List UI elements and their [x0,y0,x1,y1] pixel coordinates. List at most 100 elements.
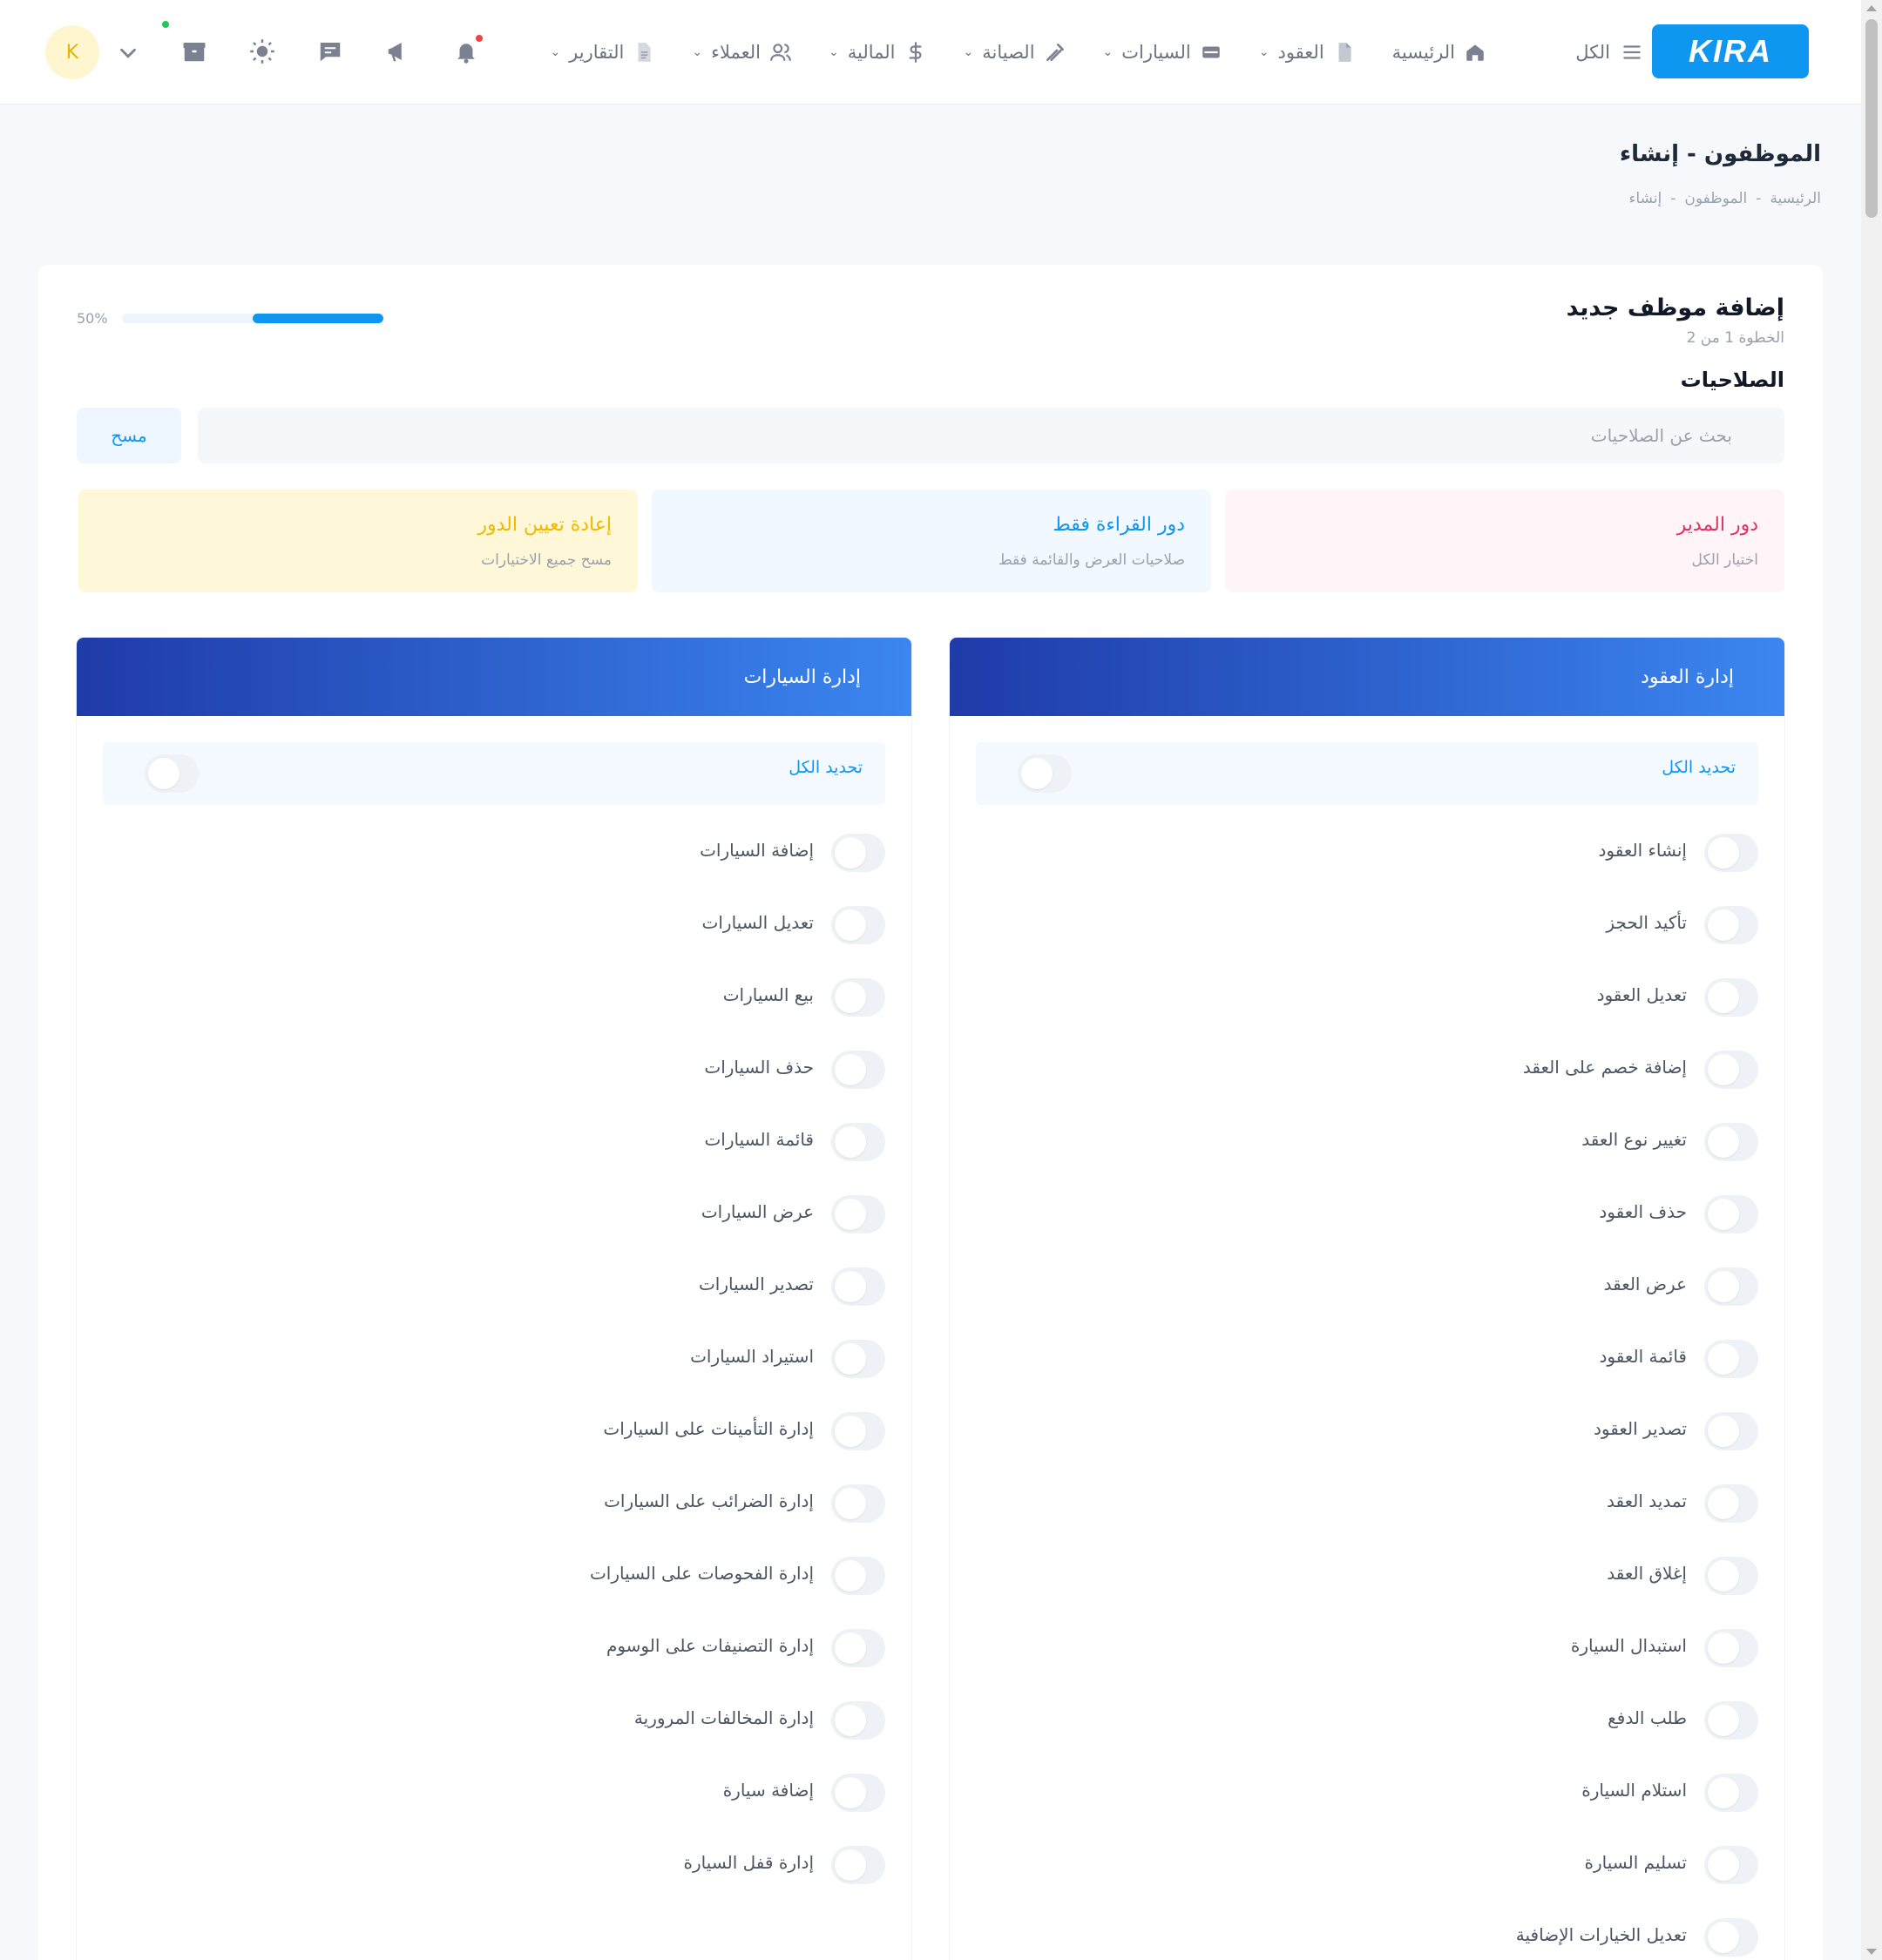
contracts-select-all: تحديد الكل [976,742,1758,805]
contracts-permission-toggle[interactable] [1704,1774,1758,1812]
role-reset-card[interactable]: إعادة تعيين الدور مسح جميع الاختيارات [78,490,638,592]
breadcrumb: الرئيسية - الموظفون - إنشاء [1628,190,1821,207]
cars-permission-toggle[interactable] [831,1774,885,1812]
progress-label: 50% [77,310,108,327]
cars-permission-toggle[interactable] [831,1846,885,1884]
cars-permission-label: إدارة التأمينات على السيارات [603,1418,814,1439]
contracts-permission-toggle[interactable] [1704,1629,1758,1667]
user-menu-chevron-icon[interactable] [113,38,143,68]
contracts-permission-toggle[interactable] [1704,1340,1758,1378]
nav-reports[interactable]: التقارير ⌄ [550,41,655,64]
breadcrumb-separator: - [1670,190,1676,207]
box-icon[interactable] [179,37,209,66]
cars-permission-toggle[interactable] [831,834,885,872]
contracts-permission-toggle[interactable] [1704,1701,1758,1740]
cars-permission-row: إدارة المخالفات المرورية [101,1699,885,1742]
cars-permission-toggle[interactable] [831,1267,885,1306]
contracts-permission-label: حذف العقود [1599,1201,1687,1222]
sun-icon[interactable] [247,37,277,66]
cars-permission-row: إضافة السيارات [101,831,885,875]
contracts-permission-toggle[interactable] [1704,1918,1758,1957]
cars-permission-toggle[interactable] [831,1701,885,1740]
contracts-permission-toggle[interactable] [1704,1123,1758,1161]
scroll-up-arrow-icon[interactable] [1866,5,1877,11]
contracts-permission-label: تعديل العقود [1596,984,1687,1005]
progress-fill [252,314,383,323]
cars-permission-toggle[interactable] [831,1412,885,1450]
nav-contracts[interactable]: العقود ⌄ [1259,41,1356,64]
permissions-search-input[interactable] [198,408,1784,463]
contracts-permission-toggle[interactable] [1704,978,1758,1017]
contracts-permission-toggle[interactable] [1704,1484,1758,1523]
clear-button[interactable]: مسح [77,408,181,463]
cars-permissions-panel: إدارة السيارات تحديد الكل إضافة السيارات… [77,638,911,1960]
cars-permission-toggle[interactable] [831,1340,885,1378]
cars-permission-row: حذف السيارات [101,1048,885,1092]
contracts-permission-toggle[interactable] [1704,1267,1758,1306]
cars-permission-toggle[interactable] [831,1557,885,1595]
contracts-panel-header: إدارة العقود [950,638,1784,716]
contracts-permission-row: تمديد العقد [974,1482,1758,1525]
avatar[interactable]: K [45,25,99,79]
chevron-down-icon: ⌄ [829,45,839,59]
contracts-permission-label: قائمة العقود [1599,1346,1687,1367]
role-admin-card[interactable]: دور المدير اختيار الكل [1225,490,1784,592]
contracts-select-all-toggle[interactable] [1018,754,1072,793]
cars-permission-label: بيع السيارات [722,984,814,1005]
contracts-permission-row: تأكيد الحجز [974,903,1758,947]
cars-permission-label: إضافة سيارة [722,1780,814,1801]
nav-maintenance[interactable]: الصيانة ⌄ [964,41,1066,64]
kira-logo[interactable]: KIRA [1652,24,1809,78]
nav-customers-label: العملاء [711,42,761,63]
contracts-permission-toggle[interactable] [1704,1412,1758,1450]
cars-permission-toggle[interactable] [831,1123,885,1161]
cars-permission-label: إضافة السيارات [700,840,814,861]
menu-all-button[interactable]: الكل [1575,35,1643,70]
main-nav: الرئيسية العقود ⌄ السيارات ⌄ الصيانة ⌄ ا… [550,33,1486,71]
nav-customers[interactable]: العملاء ⌄ [692,41,792,64]
contracts-permission-label: تأكيد الحجز [1606,912,1687,933]
cars-permission-row: عرض السيارات [101,1193,885,1236]
chat-icon[interactable] [315,37,345,66]
breadcrumb-home[interactable]: الرئيسية [1770,190,1821,207]
breadcrumb-separator: - [1756,190,1762,207]
role-read-only-card[interactable]: دور القراءة فقط صلاحيات العرض والقائمة ف… [652,490,1211,592]
contracts-permission-label: إضافة خصم على العقد [1522,1057,1687,1078]
page-title: الموظفون - إنشاء [1619,141,1821,167]
cars-permission-row: تصدير السيارات [101,1265,885,1308]
cars-permission-toggle[interactable] [831,906,885,944]
cars-permission-label: إدارة التصنيفات على الوسوم [606,1635,814,1656]
home-icon [1464,41,1486,64]
contracts-permission-toggle[interactable] [1704,906,1758,944]
contracts-permission-toggle[interactable] [1704,834,1758,872]
scroll-down-arrow-icon[interactable] [1866,1949,1877,1955]
page-scrollbar[interactable] [1861,0,1882,1960]
nav-cars[interactable]: السيارات ⌄ [1103,41,1222,64]
cars-permission-label: استيراد السيارات [690,1346,814,1367]
cars-permission-toggle[interactable] [831,1484,885,1523]
contracts-permission-toggle[interactable] [1704,1557,1758,1595]
cars-permission-row: بيع السيارات [101,976,885,1019]
contracts-permission-row: إغلاق العقد [974,1554,1758,1598]
contracts-permission-toggle[interactable] [1704,1846,1758,1884]
breadcrumb-employees[interactable]: الموظفون [1684,190,1747,207]
contracts-permission-row: إضافة خصم على العقد [974,1048,1758,1092]
cars-permission-toggle[interactable] [831,1051,885,1089]
contracts-select-all-label: تحديد الكل [1662,758,1736,777]
scrollbar-thumb[interactable] [1865,19,1878,218]
role-read-only-title: دور القراءة فقط [1053,514,1185,536]
contracts-permission-toggle[interactable] [1704,1195,1758,1233]
cars-permission-toggle[interactable] [831,1629,885,1667]
cars-permission-label: قائمة السيارات [704,1129,814,1150]
contracts-permission-toggle[interactable] [1704,1051,1758,1089]
cars-permission-toggle[interactable] [831,978,885,1017]
cars-select-all-toggle[interactable] [145,754,199,793]
contracts-permission-row: استبدال السيارة [974,1626,1758,1670]
nav-home[interactable]: الرئيسية [1392,41,1486,64]
cars-permission-row: قائمة السيارات [101,1120,885,1164]
cars-permission-toggle[interactable] [831,1195,885,1233]
nav-finance[interactable]: المالية ⌄ [829,41,927,64]
cars-permission-row: استيراد السيارات [101,1337,885,1381]
megaphone-icon[interactable] [383,37,413,66]
chevron-down-icon: ⌄ [1258,45,1269,59]
